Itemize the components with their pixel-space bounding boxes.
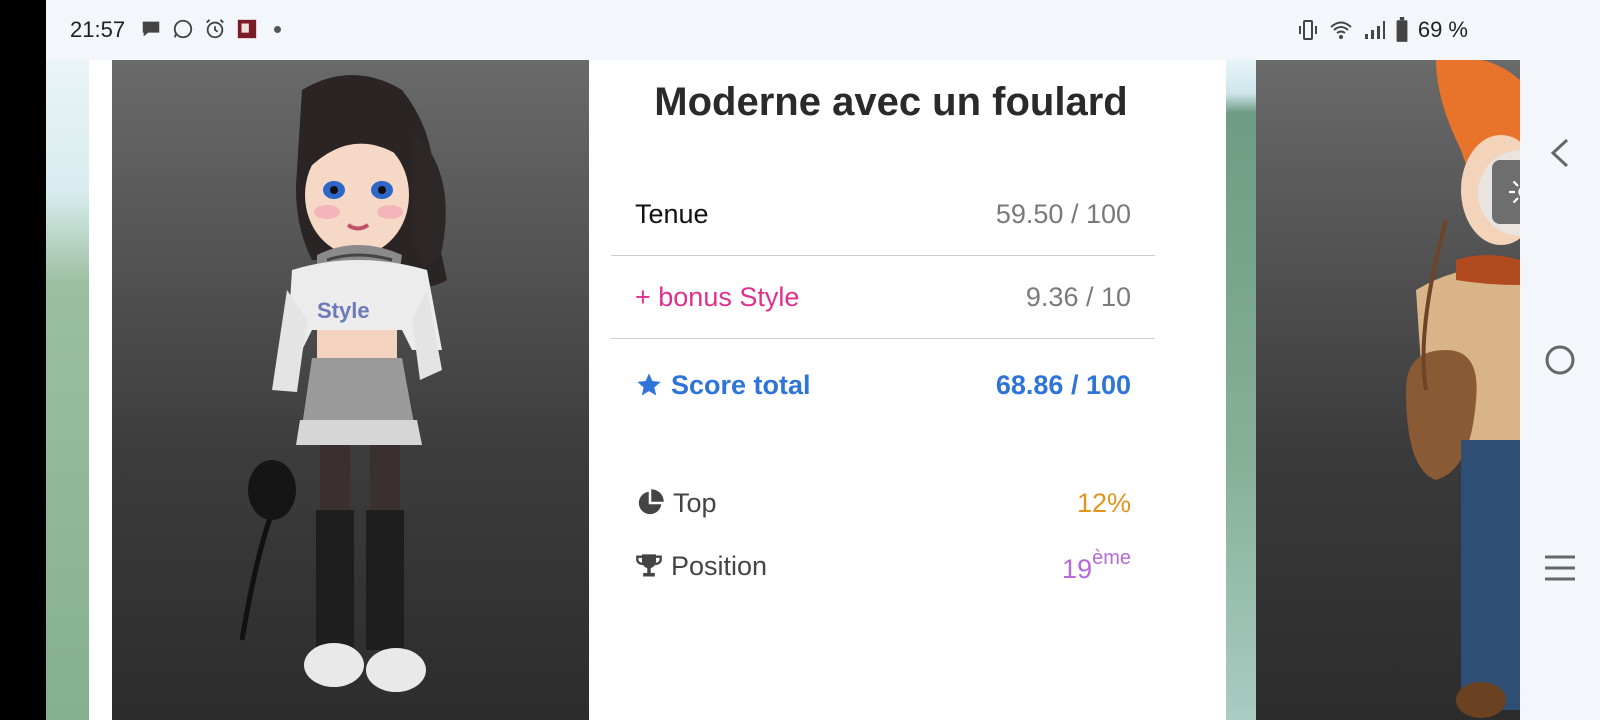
status-bar: 21:57 69 % [46, 0, 1520, 60]
battery-icon [1396, 17, 1408, 42]
position-row: Position 19ème [611, 535, 1155, 597]
bonus-style-label: + bonus Style [635, 282, 800, 312]
avatar-illustration: Style [239, 75, 447, 692]
position-value: 19ème [1062, 547, 1131, 585]
top-row: Top 12% [611, 472, 1155, 534]
battery-percent: 69 % [1417, 17, 1468, 42]
score-total-row: Score total 68.86 / 100 [611, 344, 1155, 426]
top-label: Top [673, 487, 717, 518]
wifi-icon [1330, 21, 1352, 39]
score-total-label: Score total [671, 369, 811, 400]
tenue-value: 59.50 / 100 [995, 199, 1131, 229]
home-icon [1545, 345, 1575, 375]
score-total-value: 68.86 / 100 [995, 369, 1131, 400]
status-time: 21:57 [70, 17, 126, 42]
recents-icon [1545, 555, 1575, 581]
whatsapp-icon [173, 19, 193, 39]
chat-bubble-icon [142, 21, 160, 37]
position-suffix: ème [1092, 547, 1131, 569]
position-label: Position [671, 550, 768, 581]
svg-text:Style: Style [317, 298, 370, 323]
alarm-icon [206, 19, 224, 39]
recents-button[interactable] [1542, 550, 1578, 586]
next-avatar-illustration [1406, 60, 1520, 718]
outfit-title: Moderne avec un foulard [654, 80, 1128, 124]
vibrate-icon [1298, 20, 1317, 40]
position-number: 19 [1062, 554, 1093, 584]
back-icon [1550, 138, 1569, 168]
app-thumbnail-icon [237, 19, 257, 39]
tenue-label: Tenue [635, 199, 709, 229]
sparkle-icon [1509, 180, 1520, 204]
home-button[interactable] [1542, 342, 1578, 378]
phone-screen: Style Moderne avec un foulard Tenue 59.5… [46, 0, 1520, 720]
back-button[interactable] [1542, 135, 1578, 171]
bonus-style-row: + bonus Style 9.36 / 10 [611, 257, 1155, 339]
trophy-icon [636, 554, 662, 577]
top-value: 12% [1076, 487, 1131, 518]
next-avatar-panel[interactable] [1256, 60, 1520, 720]
signal-icon [1364, 21, 1385, 39]
navigation-bar [1520, 0, 1600, 720]
notification-dot [274, 25, 281, 33]
bonus-style-value: 9.36 / 10 [1025, 282, 1131, 312]
star-icon [637, 373, 661, 396]
pie-chart-icon [638, 489, 664, 515]
avatar-panel[interactable]: Style [112, 60, 589, 720]
tenue-row: Tenue 59.50 / 100 [611, 174, 1155, 256]
